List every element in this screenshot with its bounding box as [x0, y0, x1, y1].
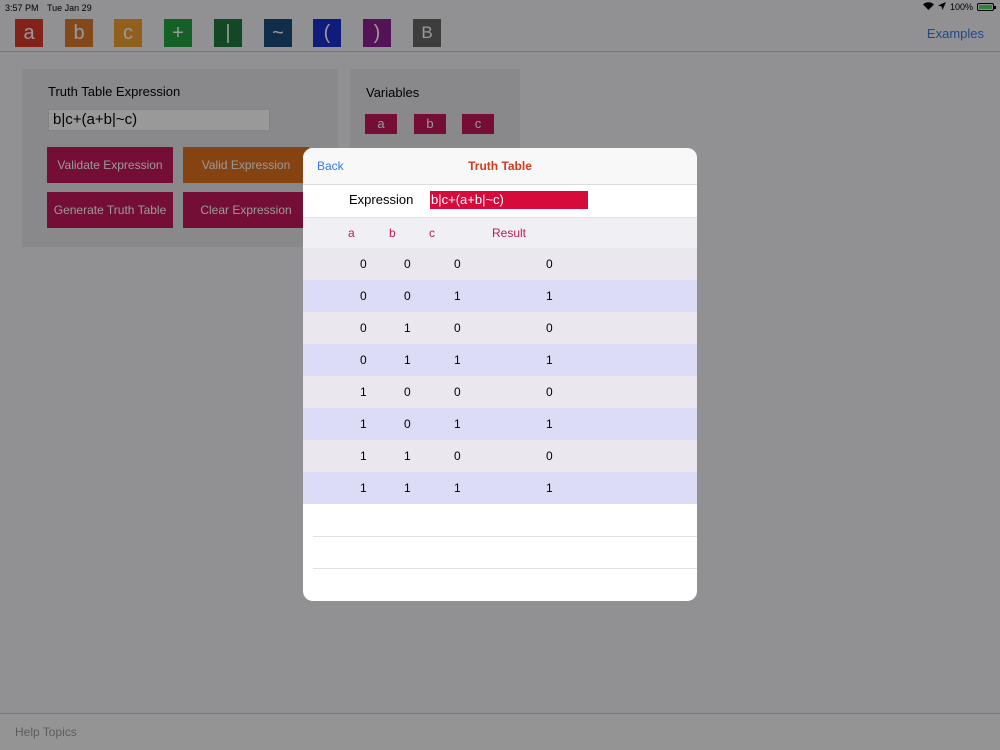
table-row: 1 0 1 1 — [303, 408, 697, 440]
cell-c: 0 — [454, 385, 461, 399]
cell-a: 0 — [360, 321, 367, 335]
expression-label: Expression — [349, 192, 414, 207]
cell-a: 0 — [360, 257, 367, 271]
cell-b: 0 — [404, 257, 411, 271]
cell-c: 1 — [454, 481, 461, 495]
cell-result: 1 — [546, 481, 553, 495]
modal-header: Back Truth Table — [303, 148, 697, 185]
cell-result: 0 — [546, 449, 553, 463]
cell-result: 1 — [546, 417, 553, 431]
table-row: 0 0 1 1 — [303, 280, 697, 312]
cell-result: 0 — [546, 321, 553, 335]
cell-a: 0 — [360, 353, 367, 367]
cell-a: 1 — [360, 417, 367, 431]
cell-result: 0 — [546, 385, 553, 399]
cell-result: 1 — [546, 353, 553, 367]
cell-b: 1 — [404, 481, 411, 495]
cell-c: 0 — [454, 257, 461, 271]
header-a: a — [348, 226, 355, 240]
cell-result: 0 — [546, 257, 553, 271]
cell-c: 1 — [454, 353, 461, 367]
table-row: 0 1 1 1 — [303, 344, 697, 376]
table-row: 0 1 0 0 — [303, 312, 697, 344]
cell-a: 1 — [360, 449, 367, 463]
cell-c: 0 — [454, 321, 461, 335]
header-result: Result — [492, 226, 527, 240]
cell-b: 0 — [404, 417, 411, 431]
empty-row — [313, 505, 697, 537]
cell-a: 0 — [360, 289, 367, 303]
expression-value: b|c+(a+b|~c) — [430, 191, 588, 209]
table-row: 1 1 0 0 — [303, 440, 697, 472]
expression-row: Expression b|c+(a+b|~c) — [303, 185, 697, 218]
table-row: 1 0 0 0 — [303, 376, 697, 408]
header-b: b — [389, 226, 396, 240]
cell-b: 1 — [404, 321, 411, 335]
cell-c: 1 — [454, 417, 461, 431]
cell-a: 1 — [360, 385, 367, 399]
truth-table-modal: Back Truth Table Expression b|c+(a+b|~c)… — [303, 148, 697, 601]
cell-b: 1 — [404, 353, 411, 367]
cell-b: 1 — [404, 449, 411, 463]
cell-b: 0 — [404, 385, 411, 399]
empty-row — [313, 537, 697, 569]
header-c: c — [429, 226, 435, 240]
cell-a: 1 — [360, 481, 367, 495]
modal-title: Truth Table — [468, 159, 532, 173]
cell-c: 0 — [454, 449, 461, 463]
table-row: 1 1 1 1 — [303, 472, 697, 504]
cell-result: 1 — [546, 289, 553, 303]
cell-c: 1 — [454, 289, 461, 303]
cell-b: 0 — [404, 289, 411, 303]
table-header-row: a b c Result — [303, 218, 697, 248]
table-row: 0 0 0 0 — [303, 248, 697, 280]
